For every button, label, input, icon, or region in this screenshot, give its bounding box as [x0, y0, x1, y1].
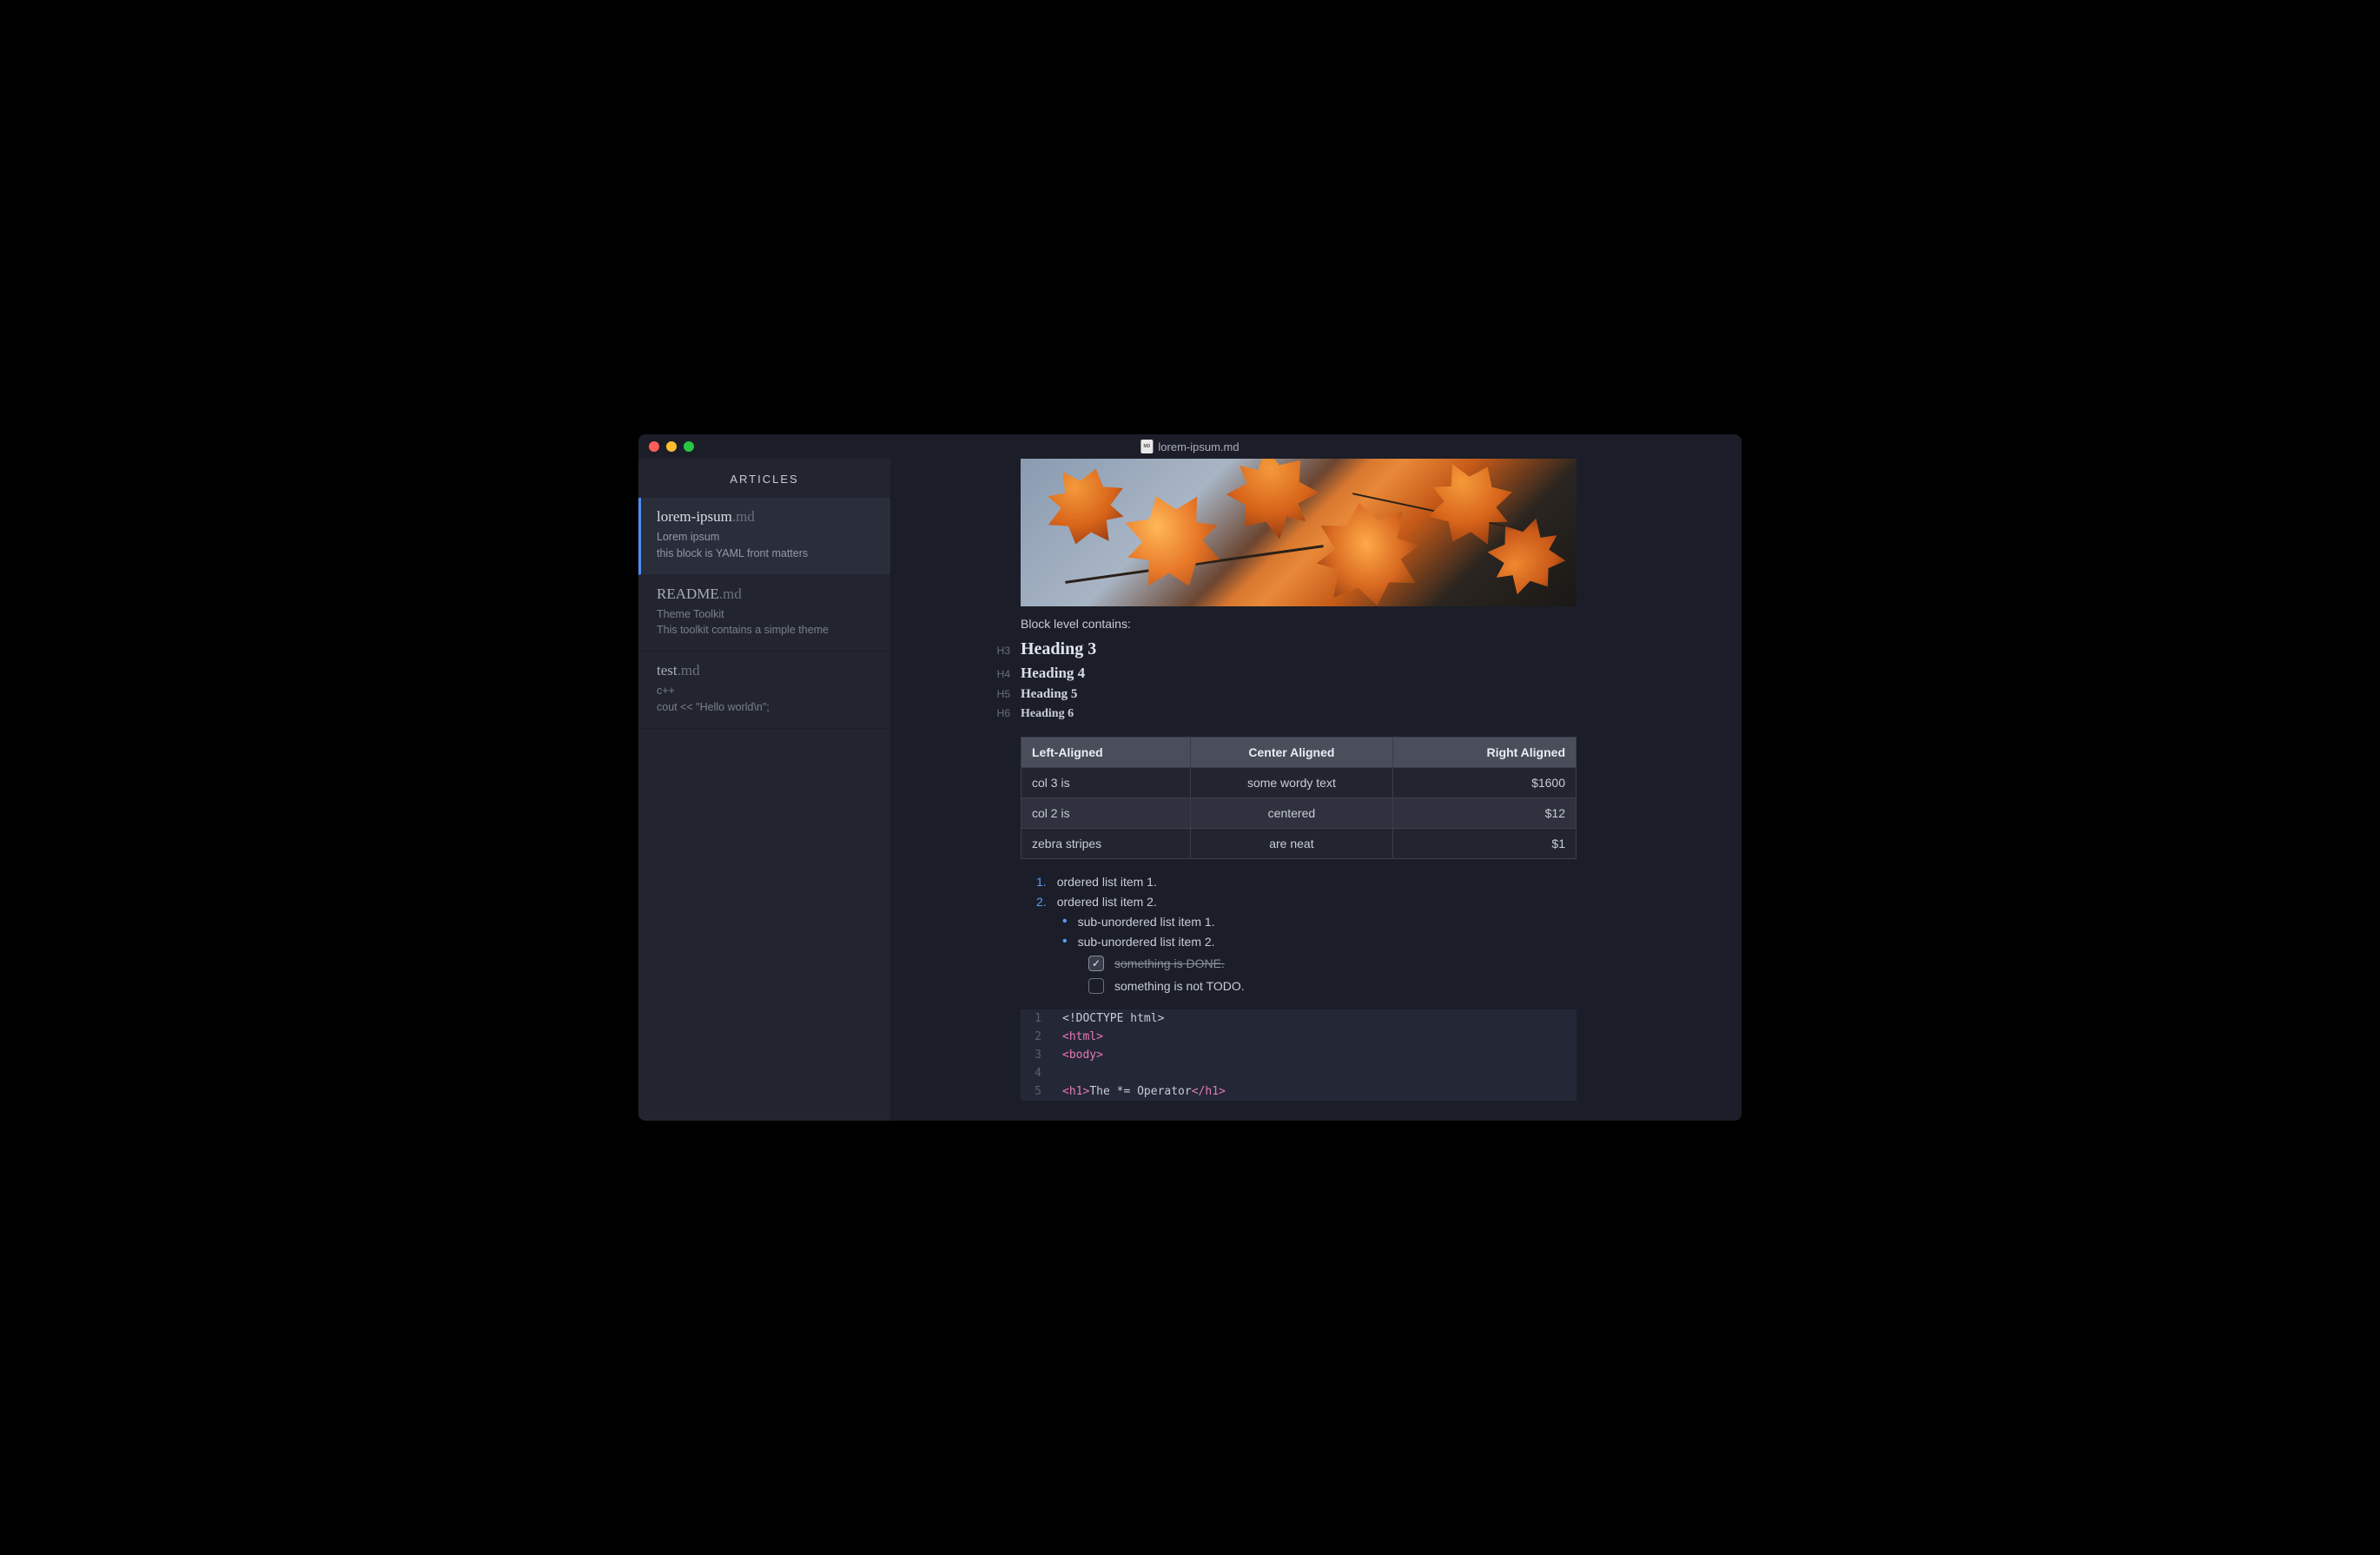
content-inner: Block level contains: H3Heading 3 H4Headi… [1021, 459, 1577, 1101]
list-item: 2. ordered list item 2. [1036, 895, 1577, 909]
list-item: • sub-unordered list item 2. [1062, 935, 1577, 949]
article-list: lorem-ipsum.md Lorem ipsumthis block is Y… [638, 498, 890, 729]
code-line: 4 [1021, 1064, 1577, 1082]
code-text: <h1>The *= Operator</h1> [1055, 1082, 1233, 1101]
table-cell: $1600 [1392, 768, 1576, 798]
table-cell: zebra stripes [1021, 829, 1191, 859]
heading-row: H6Heading 6 [1021, 707, 1577, 721]
article-item[interactable]: README.md Theme ToolkitThis toolkit conta… [638, 575, 890, 652]
checkbox-icon[interactable] [1088, 978, 1104, 994]
table-row: col 2 iscentered$12 [1021, 798, 1577, 829]
heading-text: Heading 5 [1021, 687, 1077, 702]
bullet-icon: • [1062, 935, 1068, 949]
table-cell: centered [1191, 798, 1392, 829]
heading-row: H5Heading 5 [1021, 687, 1577, 702]
article-item[interactable]: lorem-ipsum.md Lorem ipsumthis block is Y… [638, 498, 890, 575]
article-title: README.md [657, 586, 875, 603]
traffic-lights [638, 441, 694, 452]
heading-text: Heading 6 [1021, 707, 1074, 721]
heading-marker: H4 [991, 668, 1010, 680]
code-text [1055, 1064, 1069, 1082]
list-text: sub-unordered list item 2. [1078, 935, 1215, 949]
table-cell: $1 [1392, 829, 1576, 859]
code-line: 5<h1>The *= Operator</h1> [1021, 1082, 1577, 1101]
task-item: ✓ something is DONE. [1088, 956, 1577, 971]
app-window: lorem-ipsum.md ARTICLES lorem-ipsum.md Lo… [638, 434, 1742, 1121]
heading-marker: H3 [991, 645, 1010, 657]
article-title: test.md [657, 662, 875, 679]
task-list: ✓ something is DONE. something is not TODO… [1062, 956, 1577, 994]
sub-list: • sub-unordered list item 1. • sub-unordere… [1036, 915, 1577, 994]
line-number: 3 [1021, 1046, 1055, 1064]
article-item[interactable]: test.md c++cout << "Hello world\n"; [638, 652, 890, 729]
content-area[interactable]: Block level contains: H3Heading 3H4Headi… [890, 459, 1742, 1121]
article-subtitle: Lorem ipsumthis block is YAML front matt… [657, 529, 875, 562]
intro-text: Block level contains: [1021, 617, 1577, 631]
code-text: <html> [1055, 1028, 1110, 1046]
table-row: zebra stripesare neat$1 [1021, 829, 1577, 859]
heading-text: Heading 4 [1021, 665, 1085, 682]
list-text: ordered list item 1. [1057, 875, 1157, 889]
list-number: 2. [1036, 895, 1047, 909]
line-number: 5 [1021, 1082, 1055, 1101]
titlebar: lorem-ipsum.md [638, 434, 1742, 459]
table-header: Left-Aligned [1021, 738, 1191, 768]
table-cell: are neat [1191, 829, 1392, 859]
heading-row: H3Heading 3 [1021, 639, 1577, 659]
close-icon[interactable] [649, 441, 659, 452]
list-text: sub-unordered list item 1. [1078, 915, 1215, 929]
title-filename: lorem-ipsum.md [1158, 440, 1239, 453]
code-block: 1<!DOCTYPE html>2<html>3<body>45<h1>The … [1021, 1009, 1577, 1101]
list-item: 1. ordered list item 1. [1036, 875, 1577, 889]
maximize-icon[interactable] [684, 441, 694, 452]
code-text: <body> [1055, 1046, 1110, 1064]
article-subtitle: c++cout << "Hello world\n"; [657, 683, 875, 716]
headings-block: H3Heading 3 H4Heading 4 H5Heading 5 H6Headi… [1021, 639, 1577, 721]
list-number: 1. [1036, 875, 1047, 889]
table-cell: col 3 is [1021, 768, 1191, 798]
table-row: col 3 issome wordy text$1600 [1021, 768, 1577, 798]
code-line: 1<!DOCTYPE html> [1021, 1009, 1577, 1028]
heading-row: H4Heading 4 [1021, 665, 1577, 682]
article-subtitle: Theme ToolkitThis toolkit contains a sim… [657, 606, 875, 639]
window-title: lorem-ipsum.md [1140, 440, 1239, 453]
list-text: ordered list item 2. [1057, 895, 1157, 909]
sidebar: ARTICLES lorem-ipsum.md Lorem ipsumthis b… [638, 459, 890, 1121]
table-header: Right Aligned [1392, 738, 1576, 768]
checkbox-icon[interactable]: ✓ [1088, 956, 1104, 971]
document-icon [1140, 440, 1153, 453]
line-number: 4 [1021, 1064, 1055, 1082]
task-text: something is DONE. [1114, 956, 1225, 970]
heading-marker: H5 [991, 688, 1010, 700]
table-cell: $12 [1392, 798, 1576, 829]
task-item: something is not TODO. [1088, 978, 1577, 994]
list-item: • sub-unordered list item 1. [1062, 915, 1577, 929]
app-body: ARTICLES lorem-ipsum.md Lorem ipsumthis b… [638, 459, 1742, 1121]
article-title: lorem-ipsum.md [657, 508, 875, 526]
task-text: something is not TODO. [1114, 979, 1245, 993]
table-header: Center Aligned [1191, 738, 1392, 768]
heading-marker: H6 [991, 707, 1010, 719]
minimize-icon[interactable] [666, 441, 677, 452]
bullet-icon: • [1062, 915, 1068, 929]
sidebar-header: ARTICLES [638, 459, 890, 498]
heading-text: Heading 3 [1021, 639, 1096, 659]
alignment-table: Left-AlignedCenter AlignedRight Aligned … [1021, 737, 1577, 859]
line-number: 1 [1021, 1009, 1055, 1028]
code-text: <!DOCTYPE html> [1055, 1009, 1171, 1028]
code-line: 3<body> [1021, 1046, 1577, 1064]
code-line: 2<html> [1021, 1028, 1577, 1046]
hero-image [1021, 459, 1577, 606]
table-cell: col 2 is [1021, 798, 1191, 829]
ordered-list: 1. ordered list item 1. 2. ordered list ite… [1021, 875, 1577, 994]
line-number: 2 [1021, 1028, 1055, 1046]
table-cell: some wordy text [1191, 768, 1392, 798]
